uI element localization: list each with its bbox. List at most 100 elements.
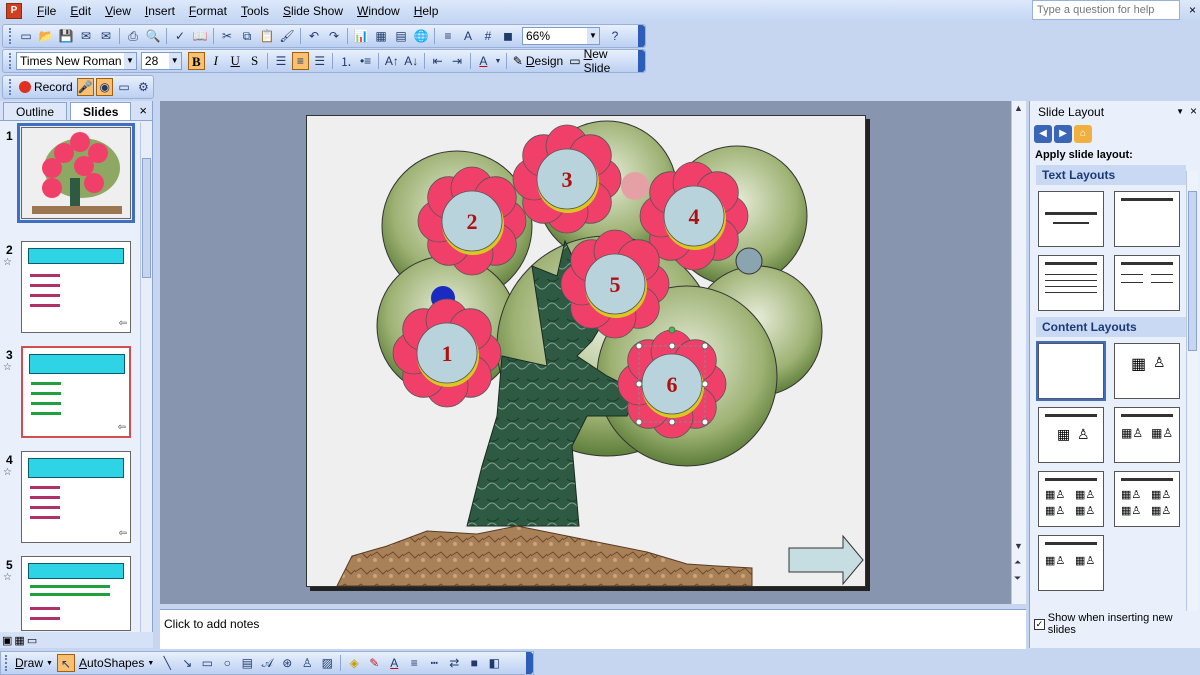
- toolbar-grip[interactable]: [9, 79, 12, 95]
- spelling-icon[interactable]: ✓: [171, 27, 189, 45]
- tables-borders-icon[interactable]: ▤: [392, 27, 410, 45]
- notes-pane[interactable]: Click to add notes: [160, 609, 1026, 649]
- diagram-icon[interactable]: ⊛: [278, 654, 296, 672]
- chevron-down-icon[interactable]: ▼: [123, 53, 136, 69]
- increase-font-icon[interactable]: A↑: [383, 52, 400, 70]
- zoom-select[interactable]: 66% ▼: [522, 27, 600, 45]
- slide-canvas[interactable]: 1 2 3 4 5 6: [306, 115, 866, 587]
- picture-icon[interactable]: ▨: [318, 654, 336, 672]
- slide-sorter-icon[interactable]: ▦: [14, 634, 24, 647]
- toolbar-options[interactable]: [638, 25, 645, 47]
- toolbar-grip[interactable]: [5, 655, 8, 671]
- settings-icon[interactable]: ⚙: [135, 78, 152, 96]
- select-pointer-icon[interactable]: ↖: [56, 654, 75, 672]
- tab-outline[interactable]: Outline: [3, 102, 68, 120]
- increase-indent-icon[interactable]: ⇥: [448, 52, 465, 70]
- line-icon[interactable]: ╲: [158, 654, 176, 672]
- help-search-input[interactable]: Type a question for help: [1032, 0, 1180, 20]
- layout-title-text[interactable]: [1038, 255, 1104, 311]
- screen-icon[interactable]: ▭: [115, 78, 132, 96]
- research-icon[interactable]: 📖: [191, 27, 209, 45]
- line-style-icon[interactable]: ≡: [405, 654, 423, 672]
- font-color-icon[interactable]: A: [475, 52, 492, 70]
- flower-2[interactable]: 2: [417, 166, 527, 276]
- layout-blank[interactable]: [1036, 341, 1106, 401]
- layout-content-extra[interactable]: ▦♙ ▦♙: [1038, 535, 1104, 591]
- slide-thumbnail-row[interactable]: 1: [0, 123, 150, 227]
- chevron-down-icon[interactable]: ▼: [587, 28, 599, 44]
- toolbar-options[interactable]: [638, 50, 646, 72]
- scroll-up-icon[interactable]: ▲: [1014, 103, 1023, 113]
- menu-edit[interactable]: Edit: [63, 0, 98, 22]
- chevron-down-icon[interactable]: ▼: [168, 53, 181, 69]
- autoshapes-menu-button[interactable]: AutoShapes ▼: [76, 656, 157, 670]
- fill-color-icon[interactable]: ◈: [345, 654, 363, 672]
- slide-thumbnail-row[interactable]: 3 ☆ ⇦: [0, 346, 150, 446]
- redo-icon[interactable]: ↷: [325, 27, 343, 45]
- layout-content[interactable]: ▦ ♙: [1114, 343, 1180, 399]
- slide-vertical-scrollbar[interactable]: ▲ ▼ ⏶ ⏷: [1011, 101, 1026, 604]
- layout-title-content-two[interactable]: ▦♙ ▦♙ ▦♙ ▦♙: [1038, 471, 1104, 527]
- camera-icon[interactable]: ◉: [96, 78, 114, 96]
- bullets-icon[interactable]: •≡: [357, 52, 374, 70]
- shadow-button[interactable]: S: [246, 52, 263, 70]
- layout-title-slide[interactable]: [1038, 191, 1104, 247]
- oval-icon[interactable]: ○: [218, 654, 236, 672]
- expand-all-icon[interactable]: ≡: [439, 27, 457, 45]
- previous-slide-icon[interactable]: ⏶: [1014, 557, 1021, 568]
- slide-thumbnail[interactable]: [17, 123, 135, 223]
- line-color-icon[interactable]: ✎: [365, 654, 383, 672]
- toolbar-grip[interactable]: [9, 28, 12, 44]
- dash-style-icon[interactable]: ┅: [425, 654, 443, 672]
- normal-view-icon[interactable]: ▣: [2, 634, 12, 647]
- font-size-select[interactable]: 28 ▼: [140, 52, 182, 70]
- slide-thumbnail[interactable]: ⇦: [21, 451, 131, 543]
- menu-format[interactable]: Format: [182, 0, 234, 22]
- shadow-style-icon[interactable]: ■: [465, 654, 483, 672]
- save-icon[interactable]: 💾: [57, 27, 75, 45]
- slide-thumbnail-row[interactable]: 4 ☆ ⇦: [0, 451, 150, 551]
- close-icon[interactable]: ×: [1189, 3, 1196, 17]
- clipart-icon[interactable]: ♙: [298, 654, 316, 672]
- flower-3[interactable]: 3: [512, 124, 622, 234]
- font-select[interactable]: Times New Roman ▼: [15, 52, 137, 70]
- menu-slideshow[interactable]: Slide Show: [276, 0, 350, 22]
- scroll-down-icon[interactable]: ▼: [1014, 541, 1023, 551]
- draw-menu-button[interactable]: Draw ▼: [12, 656, 56, 670]
- open-icon[interactable]: 📂: [37, 27, 55, 45]
- layout-title-only[interactable]: [1114, 191, 1180, 247]
- menu-insert[interactable]: Insert: [138, 0, 182, 22]
- close-icon[interactable]: ×: [1190, 104, 1197, 118]
- checkbox-check-icon[interactable]: ✓: [1034, 618, 1045, 630]
- font-color-icon[interactable]: A: [385, 654, 403, 672]
- home-icon[interactable]: ⌂: [1074, 125, 1092, 143]
- layout-title-four-content[interactable]: ▦♙ ▦♙ ▦♙ ▦♙: [1114, 471, 1180, 527]
- toolbar-options[interactable]: [526, 652, 533, 674]
- slide-thumbnail-row[interactable]: 2 ☆ ⇦: [0, 241, 150, 341]
- menu-view[interactable]: View: [98, 0, 138, 22]
- tab-slides[interactable]: Slides: [70, 102, 132, 120]
- email-icon[interactable]: ✉: [97, 27, 115, 45]
- italic-button[interactable]: I: [207, 52, 224, 70]
- hyperlink-icon[interactable]: 🌐: [412, 27, 430, 45]
- powerpoint-icon[interactable]: P: [6, 3, 22, 19]
- record-button[interactable]: Record: [16, 80, 76, 94]
- grid-icon[interactable]: #: [479, 27, 497, 45]
- underline-button[interactable]: U: [227, 52, 244, 70]
- undo-icon[interactable]: ↶: [305, 27, 323, 45]
- scrollbar-thumb[interactable]: [1188, 191, 1197, 351]
- wordart-icon[interactable]: 𝒜: [258, 654, 276, 672]
- permission-icon[interactable]: ✉: [77, 27, 95, 45]
- forward-icon[interactable]: ▶: [1054, 125, 1072, 143]
- new-icon[interactable]: ▭: [17, 27, 35, 45]
- new-slide-button[interactable]: ▭ New Slide: [566, 47, 638, 75]
- close-icon[interactable]: ×: [139, 103, 147, 118]
- align-right-icon[interactable]: ☰: [311, 52, 328, 70]
- arrow-style-icon[interactable]: ⇄: [445, 654, 463, 672]
- menu-window[interactable]: Window: [350, 0, 407, 22]
- flower-1[interactable]: 1: [392, 298, 502, 408]
- menu-tools[interactable]: Tools: [234, 0, 276, 22]
- show-formatting-icon[interactable]: A: [459, 27, 477, 45]
- numbering-icon[interactable]: ⒈: [337, 52, 354, 70]
- slide-thumbnail[interactable]: ⇦: [21, 346, 131, 438]
